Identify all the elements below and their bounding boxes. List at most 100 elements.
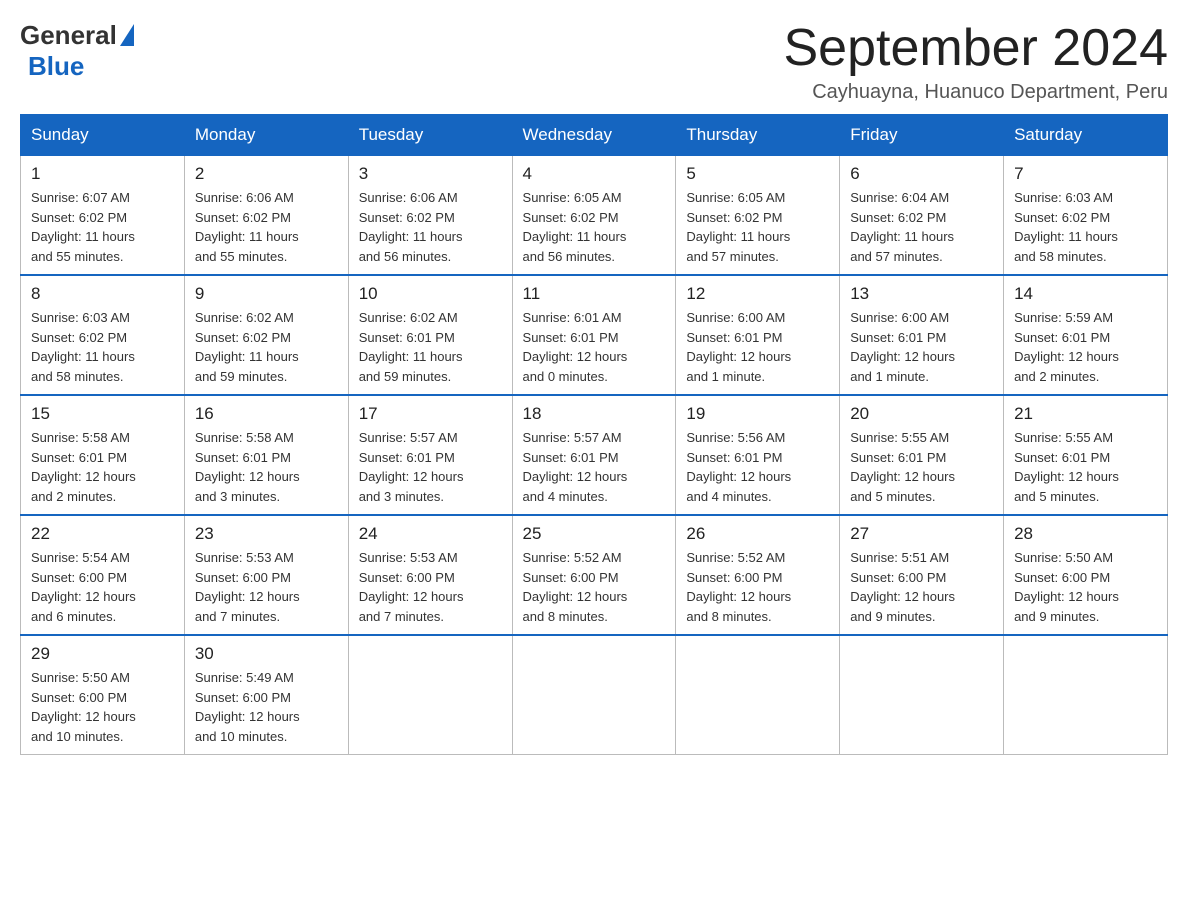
day-number: 28 bbox=[1014, 524, 1157, 544]
calendar-cell bbox=[1004, 635, 1168, 755]
day-info: Sunrise: 5:51 AM Sunset: 6:00 PM Dayligh… bbox=[850, 548, 993, 626]
calendar-header-row: SundayMondayTuesdayWednesdayThursdayFrid… bbox=[21, 115, 1168, 156]
calendar-week-row: 15 Sunrise: 5:58 AM Sunset: 6:01 PM Dayli… bbox=[21, 395, 1168, 515]
day-number: 16 bbox=[195, 404, 338, 424]
calendar-cell: 17 Sunrise: 5:57 AM Sunset: 6:01 PM Dayli… bbox=[348, 395, 512, 515]
day-number: 5 bbox=[686, 164, 829, 184]
calendar-cell: 26 Sunrise: 5:52 AM Sunset: 6:00 PM Dayli… bbox=[676, 515, 840, 635]
day-number: 27 bbox=[850, 524, 993, 544]
calendar-week-row: 1 Sunrise: 6:07 AM Sunset: 6:02 PM Daylig… bbox=[21, 156, 1168, 276]
day-info: Sunrise: 5:54 AM Sunset: 6:00 PM Dayligh… bbox=[31, 548, 174, 626]
page-header: General Blue September 2024 Cayhuayna, H… bbox=[20, 20, 1168, 104]
calendar-cell bbox=[676, 635, 840, 755]
day-info: Sunrise: 5:52 AM Sunset: 6:00 PM Dayligh… bbox=[686, 548, 829, 626]
day-info: Sunrise: 6:02 AM Sunset: 6:02 PM Dayligh… bbox=[195, 308, 338, 386]
day-number: 19 bbox=[686, 404, 829, 424]
day-number: 11 bbox=[523, 284, 666, 304]
title-section: September 2024 Cayhuayna, Huanuco Depart… bbox=[784, 20, 1169, 104]
calendar-cell bbox=[512, 635, 676, 755]
calendar-cell: 6Sunrise: 6:04 AM Sunset: 6:02 PM Daylig… bbox=[840, 156, 1004, 276]
day-info: Sunrise: 5:58 AM Sunset: 6:01 PM Dayligh… bbox=[31, 428, 174, 506]
day-info: Sunrise: 5:49 AM Sunset: 6:00 PM Dayligh… bbox=[195, 668, 338, 746]
day-number: 21 bbox=[1014, 404, 1157, 424]
day-number: 23 bbox=[195, 524, 338, 544]
day-number: 13 bbox=[850, 284, 993, 304]
day-number: 25 bbox=[523, 524, 666, 544]
calendar-cell: 19 Sunrise: 5:56 AM Sunset: 6:01 PM Dayli… bbox=[676, 395, 840, 515]
day-number: 26 bbox=[686, 524, 829, 544]
day-info: Sunrise: 6:00 AM Sunset: 6:01 PM Dayligh… bbox=[686, 308, 829, 386]
month-title: September 2024 bbox=[784, 20, 1169, 77]
day-info: Sunrise: 5:55 AM Sunset: 6:01 PM Dayligh… bbox=[1014, 428, 1157, 506]
calendar-cell: 24 Sunrise: 5:53 AM Sunset: 6:00 PM Dayli… bbox=[348, 515, 512, 635]
calendar-cell: 28 Sunrise: 5:50 AM Sunset: 6:00 PM Dayli… bbox=[1004, 515, 1168, 635]
calendar-week-row: 8 Sunrise: 6:03 AM Sunset: 6:02 PM Daylig… bbox=[21, 275, 1168, 395]
day-of-week-header: Friday bbox=[840, 115, 1004, 156]
day-number: 30 bbox=[195, 644, 338, 664]
day-info: Sunrise: 5:50 AM Sunset: 6:00 PM Dayligh… bbox=[1014, 548, 1157, 626]
day-number: 1 bbox=[31, 164, 174, 184]
day-of-week-header: Wednesday bbox=[512, 115, 676, 156]
calendar-cell: 3 Sunrise: 6:06 AM Sunset: 6:02 PM Daylig… bbox=[348, 156, 512, 276]
day-info: Sunrise: 5:57 AM Sunset: 6:01 PM Dayligh… bbox=[359, 428, 502, 506]
day-info: Sunrise: 5:58 AM Sunset: 6:01 PM Dayligh… bbox=[195, 428, 338, 506]
day-of-week-header: Saturday bbox=[1004, 115, 1168, 156]
calendar-cell: 13Sunrise: 6:00 AM Sunset: 6:01 PM Dayli… bbox=[840, 275, 1004, 395]
calendar-cell: 20 Sunrise: 5:55 AM Sunset: 6:01 PM Dayli… bbox=[840, 395, 1004, 515]
calendar-cell: 14 Sunrise: 5:59 AM Sunset: 6:01 PM Dayli… bbox=[1004, 275, 1168, 395]
calendar-cell: 2Sunrise: 6:06 AM Sunset: 6:02 PM Daylig… bbox=[184, 156, 348, 276]
day-number: 2 bbox=[195, 164, 338, 184]
day-info: Sunrise: 5:57 AM Sunset: 6:01 PM Dayligh… bbox=[523, 428, 666, 506]
day-number: 8 bbox=[31, 284, 174, 304]
calendar-cell: 27 Sunrise: 5:51 AM Sunset: 6:00 PM Dayli… bbox=[840, 515, 1004, 635]
calendar-cell: 16 Sunrise: 5:58 AM Sunset: 6:01 PM Dayli… bbox=[184, 395, 348, 515]
calendar-cell: 23Sunrise: 5:53 AM Sunset: 6:00 PM Dayli… bbox=[184, 515, 348, 635]
calendar-cell: 11 Sunrise: 6:01 AM Sunset: 6:01 PM Dayli… bbox=[512, 275, 676, 395]
day-number: 7 bbox=[1014, 164, 1157, 184]
day-number: 3 bbox=[359, 164, 502, 184]
logo-blue-text: Blue bbox=[28, 51, 84, 82]
calendar-cell: 10 Sunrise: 6:02 AM Sunset: 6:01 PM Dayli… bbox=[348, 275, 512, 395]
day-number: 17 bbox=[359, 404, 502, 424]
day-info: Sunrise: 6:03 AM Sunset: 6:02 PM Dayligh… bbox=[31, 308, 174, 386]
calendar-cell: 1 Sunrise: 6:07 AM Sunset: 6:02 PM Daylig… bbox=[21, 156, 185, 276]
day-info: Sunrise: 5:53 AM Sunset: 6:00 PM Dayligh… bbox=[359, 548, 502, 626]
day-info: Sunrise: 5:52 AM Sunset: 6:00 PM Dayligh… bbox=[523, 548, 666, 626]
day-number: 20 bbox=[850, 404, 993, 424]
calendar-cell bbox=[840, 635, 1004, 755]
day-info: Sunrise: 6:01 AM Sunset: 6:01 PM Dayligh… bbox=[523, 308, 666, 386]
calendar-cell: 21 Sunrise: 5:55 AM Sunset: 6:01 PM Dayli… bbox=[1004, 395, 1168, 515]
day-number: 15 bbox=[31, 404, 174, 424]
calendar-cell: 15 Sunrise: 5:58 AM Sunset: 6:01 PM Dayli… bbox=[21, 395, 185, 515]
day-of-week-header: Thursday bbox=[676, 115, 840, 156]
calendar-cell: 18 Sunrise: 5:57 AM Sunset: 6:01 PM Dayli… bbox=[512, 395, 676, 515]
day-number: 14 bbox=[1014, 284, 1157, 304]
calendar-cell: 22Sunrise: 5:54 AM Sunset: 6:00 PM Dayli… bbox=[21, 515, 185, 635]
logo-triangle-icon bbox=[120, 24, 134, 46]
calendar-cell: 7 Sunrise: 6:03 AM Sunset: 6:02 PM Daylig… bbox=[1004, 156, 1168, 276]
day-number: 10 bbox=[359, 284, 502, 304]
day-info: Sunrise: 5:55 AM Sunset: 6:01 PM Dayligh… bbox=[850, 428, 993, 506]
day-info: Sunrise: 6:07 AM Sunset: 6:02 PM Dayligh… bbox=[31, 188, 174, 266]
day-number: 18 bbox=[523, 404, 666, 424]
day-number: 9 bbox=[195, 284, 338, 304]
day-number: 4 bbox=[523, 164, 666, 184]
logo: General Blue bbox=[20, 20, 134, 82]
day-info: Sunrise: 6:06 AM Sunset: 6:02 PM Dayligh… bbox=[359, 188, 502, 266]
day-info: Sunrise: 6:03 AM Sunset: 6:02 PM Dayligh… bbox=[1014, 188, 1157, 266]
day-number: 24 bbox=[359, 524, 502, 544]
day-info: Sunrise: 6:05 AM Sunset: 6:02 PM Dayligh… bbox=[523, 188, 666, 266]
calendar-cell: 25 Sunrise: 5:52 AM Sunset: 6:00 PM Dayli… bbox=[512, 515, 676, 635]
calendar-cell: 4 Sunrise: 6:05 AM Sunset: 6:02 PM Daylig… bbox=[512, 156, 676, 276]
location-text: Cayhuayna, Huanuco Department, Peru bbox=[784, 81, 1169, 104]
calendar-cell: 9 Sunrise: 6:02 AM Sunset: 6:02 PM Daylig… bbox=[184, 275, 348, 395]
day-info: Sunrise: 6:02 AM Sunset: 6:01 PM Dayligh… bbox=[359, 308, 502, 386]
day-number: 29 bbox=[31, 644, 174, 664]
calendar-cell: 12Sunrise: 6:00 AM Sunset: 6:01 PM Dayli… bbox=[676, 275, 840, 395]
day-info: Sunrise: 5:50 AM Sunset: 6:00 PM Dayligh… bbox=[31, 668, 174, 746]
day-info: Sunrise: 5:59 AM Sunset: 6:01 PM Dayligh… bbox=[1014, 308, 1157, 386]
calendar-cell: 5 Sunrise: 6:05 AM Sunset: 6:02 PM Daylig… bbox=[676, 156, 840, 276]
calendar-week-row: 22Sunrise: 5:54 AM Sunset: 6:00 PM Dayli… bbox=[21, 515, 1168, 635]
day-info: Sunrise: 6:05 AM Sunset: 6:02 PM Dayligh… bbox=[686, 188, 829, 266]
day-info: Sunrise: 5:56 AM Sunset: 6:01 PM Dayligh… bbox=[686, 428, 829, 506]
